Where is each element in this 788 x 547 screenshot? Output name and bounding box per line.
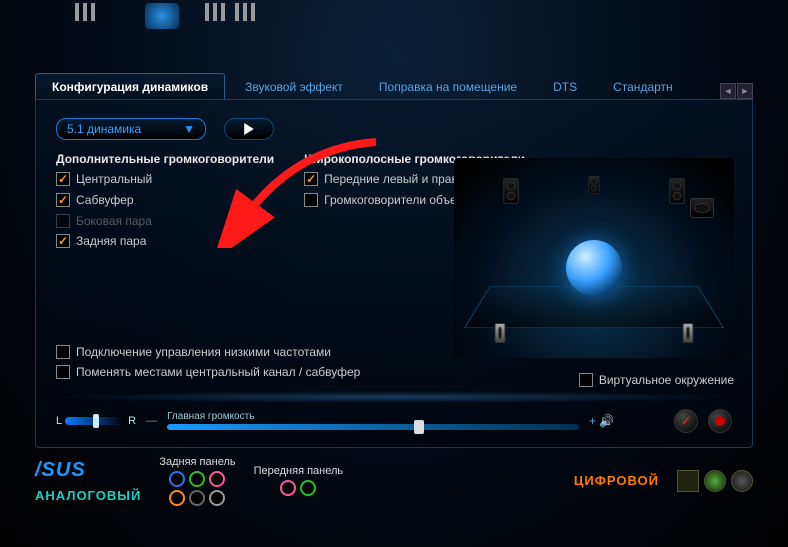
apply-button[interactable] (674, 409, 698, 433)
jack-rear-blue[interactable] (169, 471, 185, 487)
speaker-visualization (454, 158, 734, 358)
settings-button[interactable] (708, 409, 732, 433)
tab-default[interactable]: Стандартн (597, 74, 689, 99)
main-panel: 5.1 динамика ▼ Дополнительные громкогово… (35, 100, 753, 448)
dropdown-value: 5.1 динамика (67, 122, 141, 136)
footer: /SUS АНАЛОГОВЫЙ Задняя панель Передняя п… (35, 456, 753, 516)
viz-listener-orb (566, 240, 622, 296)
additional-speakers-heading: Дополнительные громкоговорители (56, 152, 274, 166)
jack-front-pink[interactable] (280, 480, 296, 496)
tab-scroll-right[interactable]: ► (737, 83, 753, 99)
chk-rear-pair[interactable]: Задняя пара (56, 234, 274, 250)
play-test-button[interactable] (224, 118, 274, 140)
top-device-strip (35, 25, 753, 55)
jack-rear-grey[interactable] (209, 490, 225, 506)
jack-rear-pink[interactable] (209, 471, 225, 487)
speaker-icon: 🔊 (599, 414, 614, 428)
main-volume-label: Главная громкость (167, 411, 579, 422)
rear-panel-label: Задняя панель (159, 456, 235, 468)
viz-speaker-subwoofer[interactable] (690, 198, 714, 218)
chevron-down-icon: ▼ (183, 122, 195, 136)
footer-btn-1[interactable] (677, 470, 699, 492)
front-panel-label: Передняя панель (254, 465, 344, 477)
tab-dts[interactable]: DTS (537, 74, 593, 99)
main-volume-slider[interactable] (167, 424, 579, 430)
chk-virtual-surround[interactable]: Виртуальное окружение (579, 373, 734, 389)
footer-btn-2[interactable] (704, 470, 726, 492)
viz-speaker-rear-left[interactable] (495, 323, 506, 343)
tab-room-correction[interactable]: Поправка на помещение (363, 74, 533, 99)
tab-speaker-config[interactable]: Конфигурация динамиков (35, 73, 225, 99)
footer-btn-3[interactable] (731, 470, 753, 492)
mode-digital[interactable]: ЦИФРОВОЙ (574, 473, 659, 488)
jack-front-green[interactable] (300, 480, 316, 496)
chk-side-pair: Боковая пара (56, 214, 274, 230)
tab-bar: Конфигурация динамиков Звуковой эффект П… (35, 73, 753, 100)
chk-subwoofer[interactable]: Сабвуфер (56, 193, 274, 209)
jack-rear-green[interactable] (189, 471, 205, 487)
viz-speaker-front-left[interactable] (503, 178, 518, 204)
viz-speaker-center[interactable] (589, 176, 600, 194)
viz-speaker-rear-right[interactable] (683, 323, 694, 343)
balance-slider[interactable]: L R (56, 415, 136, 427)
speaker-config-dropdown[interactable]: 5.1 динамика ▼ (56, 118, 206, 140)
viz-speaker-front-right[interactable] (669, 178, 684, 204)
tab-scroll-left[interactable]: ◄ (720, 83, 736, 99)
jack-rear-orange[interactable] (169, 490, 185, 506)
tab-sound-effect[interactable]: Звуковой эффект (229, 74, 359, 99)
mode-analog[interactable]: АНАЛОГОВЫЙ (35, 488, 141, 503)
jack-rear-black[interactable] (189, 490, 205, 506)
asus-logo: /SUS (35, 459, 141, 482)
chk-center[interactable]: Центральный (56, 172, 274, 188)
